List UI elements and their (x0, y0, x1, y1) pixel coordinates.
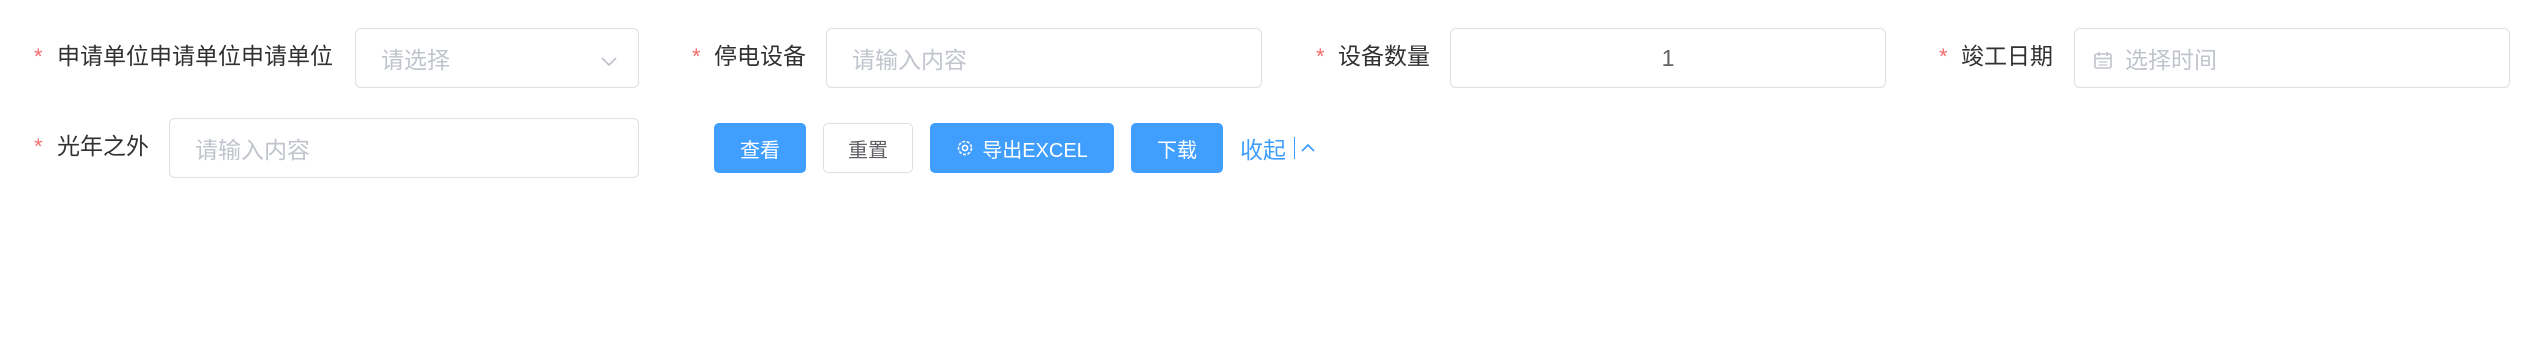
chevron-up-icon (1300, 140, 1316, 156)
apply-unit-placeholder: 请选择 (381, 47, 450, 73)
reset-button[interactable]: 重置 (823, 123, 913, 173)
download-button[interactable]: 下载 (1131, 123, 1223, 173)
required-mark: * (34, 44, 43, 69)
light-year-input[interactable]: 请输入内容 (169, 118, 639, 178)
apply-unit-select[interactable]: 请选择 (355, 28, 639, 88)
required-mark: * (692, 44, 701, 69)
completion-date-picker[interactable]: 选择时间 (2074, 28, 2510, 88)
required-mark: * (1939, 44, 1948, 69)
calendar-icon (2093, 49, 2113, 76)
chevron-down-icon (600, 49, 618, 76)
power-device-placeholder: 请输入内容 (852, 47, 967, 73)
device-count-value: 1 (1661, 44, 1675, 71)
device-count-label: 设备数量 (1338, 43, 1430, 69)
power-device-input[interactable]: 请输入内容 (826, 28, 1262, 88)
collapse-link[interactable]: 收起 (1240, 132, 1316, 164)
power-device-label: 停电设备 (714, 43, 806, 69)
completion-date-label: 竣工日期 (1961, 43, 2053, 69)
collapse-label: 收起 (1240, 137, 1286, 163)
device-count-input[interactable]: 1 (1450, 28, 1886, 88)
light-year-placeholder: 请输入内容 (195, 137, 310, 163)
divider (1294, 137, 1295, 159)
required-mark: * (34, 134, 43, 159)
export-excel-button[interactable]: 导出EXCEL (930, 123, 1114, 173)
export-excel-label: 导出EXCEL (982, 139, 1088, 162)
gear-icon (956, 139, 974, 157)
view-button[interactable]: 查看 (714, 123, 806, 173)
light-year-label: 光年之外 (57, 133, 149, 159)
apply-unit-label: 申请单位申请单位申请单位 (57, 43, 333, 69)
required-mark: * (1316, 44, 1325, 69)
